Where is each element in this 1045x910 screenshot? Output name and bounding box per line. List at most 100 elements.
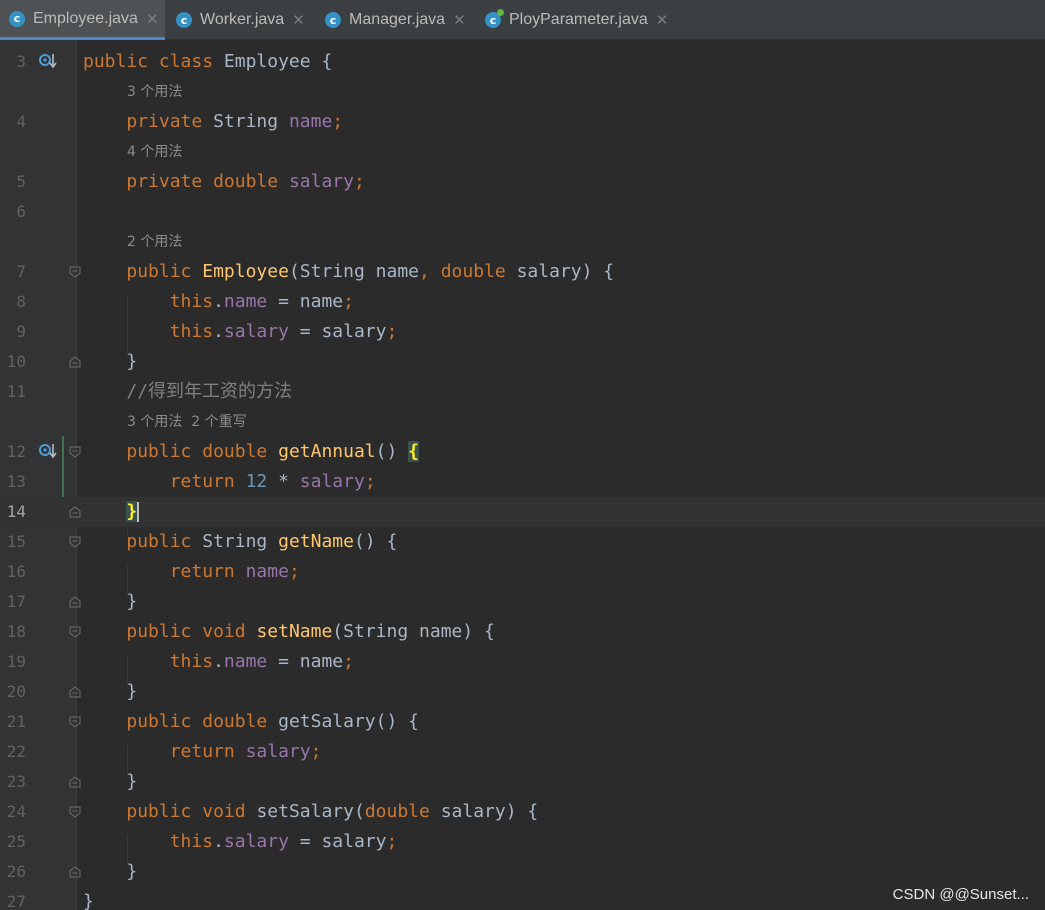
line-number[interactable]: 15 <box>0 527 26 557</box>
code-line: 7 public Employee(String name, double sa… <box>0 257 1045 287</box>
usages-hint[interactable]: 4 个用法 <box>127 137 182 167</box>
code-text: } <box>83 891 94 910</box>
java-runnable-class-icon: c <box>485 9 504 28</box>
line-number[interactable]: 19 <box>0 647 26 677</box>
close-icon[interactable]: ✕ <box>146 10 159 28</box>
code-line: 16 return name; <box>0 557 1045 587</box>
line-number[interactable]: 7 <box>0 257 26 287</box>
inlay-hint-row: 4 个用法 <box>0 137 1045 167</box>
line-number[interactable]: 4 <box>0 107 26 137</box>
code-line: 25 this.salary = salary; <box>0 827 1045 857</box>
java-class-icon: c <box>325 12 341 28</box>
line-number[interactable]: 13 <box>0 467 26 497</box>
close-icon[interactable]: ✕ <box>453 11 466 29</box>
overridden-method-icon[interactable] <box>38 442 58 462</box>
code-text: this.name = name; <box>169 291 354 312</box>
fold-end-icon[interactable] <box>69 686 81 698</box>
code-text: this.name = name; <box>169 651 354 672</box>
line-number[interactable]: 22 <box>0 737 26 767</box>
code-line: 24 public void setSalary(double salary) … <box>0 797 1045 827</box>
code-line: 20 } <box>0 677 1045 707</box>
code-line: 17 } <box>0 587 1045 617</box>
java-class-icon: c <box>176 12 192 28</box>
fold-end-icon[interactable] <box>69 776 81 788</box>
fold-end-icon[interactable] <box>69 866 81 878</box>
usages-hint[interactable]: 2 个用法 <box>127 227 182 257</box>
line-number[interactable]: 17 <box>0 587 26 617</box>
line-number[interactable]: 25 <box>0 827 26 857</box>
line-number[interactable]: 5 <box>0 167 26 197</box>
code-text: public void setName(String name) { <box>126 621 495 642</box>
code-text: //得到年工资的方法 <box>126 381 293 402</box>
code-line: 8 this.name = name; <box>0 287 1045 317</box>
code-text: private String name; <box>126 111 344 132</box>
line-number[interactable]: 23 <box>0 767 26 797</box>
code-line: 18 public void setName(String name) { <box>0 617 1045 647</box>
code-text: } <box>83 861 138 882</box>
close-icon[interactable]: ✕ <box>292 11 305 29</box>
tab-label: Employee.java <box>33 9 138 27</box>
code-line: 27 } <box>0 887 1045 910</box>
line-number[interactable]: 27 <box>0 887 26 910</box>
matched-brace: } <box>126 501 138 522</box>
code-line: 6 <box>0 197 1045 227</box>
tab-employee-java[interactable]: c Employee.java ✕ <box>0 0 165 40</box>
code-line: 11 //得到年工资的方法 <box>0 377 1045 407</box>
code-text: return salary; <box>169 741 322 762</box>
code-text: } <box>83 771 138 792</box>
usages-hint[interactable]: 3 个用法 2 个重写 <box>127 407 247 437</box>
inlay-hint-row: 2 个用法 <box>0 227 1045 257</box>
line-number[interactable]: 11 <box>0 377 26 407</box>
fold-icon[interactable] <box>69 716 81 728</box>
tab-worker-java[interactable]: c Worker.java ✕ <box>167 0 313 40</box>
code-editor[interactable]: 3 public class Employee { 3 个用法 4 privat… <box>0 40 1045 910</box>
tab-label: Manager.java <box>349 11 446 28</box>
code-text: public void setSalary(double salary) { <box>126 801 539 822</box>
line-number[interactable]: 8 <box>0 287 26 317</box>
line-number[interactable]: 3 <box>0 47 26 77</box>
fold-icon[interactable] <box>69 626 81 638</box>
code-line: 23 } <box>0 767 1045 797</box>
line-number[interactable]: 24 <box>0 797 26 827</box>
tab-ployparameter-java[interactable]: c PloyParameter.java ✕ <box>476 0 676 40</box>
fold-icon[interactable] <box>69 536 81 548</box>
close-icon[interactable]: ✕ <box>656 11 669 29</box>
code-text: public class Employee { <box>83 51 333 72</box>
fold-icon[interactable] <box>69 446 81 458</box>
fold-icon[interactable] <box>69 806 81 818</box>
line-number[interactable]: 12 <box>0 437 26 467</box>
fold-end-icon[interactable] <box>69 506 81 518</box>
code-line: 9 this.salary = salary; <box>0 317 1045 347</box>
code-text: this.salary = salary; <box>169 321 398 342</box>
fold-icon[interactable] <box>69 266 81 278</box>
code-text: } <box>83 351 138 372</box>
line-number[interactable]: 10 <box>0 347 26 377</box>
usages-hint[interactable]: 3 个用法 <box>127 77 182 107</box>
fold-end-icon[interactable] <box>69 596 81 608</box>
line-number[interactable]: 9 <box>0 317 26 347</box>
line-number[interactable]: 20 <box>0 677 26 707</box>
code-line: 15 public String getName() { <box>0 527 1045 557</box>
code-line: 12 public double getAnnual() { <box>0 437 1045 467</box>
code-text: return name; <box>169 561 300 582</box>
code-line: 13 return 12 * salary; <box>0 467 1045 497</box>
line-number[interactable]: 6 <box>0 197 26 227</box>
code-text: } <box>83 497 140 527</box>
code-line-current: 14 } <box>0 497 1045 527</box>
watermark: CSDN @@Sunset... <box>892 886 1029 903</box>
code-line: 21 public double getSalary() { <box>0 707 1045 737</box>
line-number[interactable]: 18 <box>0 617 26 647</box>
line-number[interactable]: 16 <box>0 557 26 587</box>
implemented-down-icon[interactable] <box>38 52 58 72</box>
code-text: public double getAnnual() { <box>126 441 420 462</box>
line-number[interactable]: 21 <box>0 707 26 737</box>
line-number[interactable]: 14 <box>0 497 26 527</box>
tab-manager-java[interactable]: c Manager.java ✕ <box>316 0 476 40</box>
text-caret <box>137 502 140 522</box>
code-text: return 12 * salary; <box>169 471 376 492</box>
line-number[interactable]: 26 <box>0 857 26 887</box>
fold-end-icon[interactable] <box>69 356 81 368</box>
code-text: public double getSalary() { <box>126 711 420 732</box>
code-line: 4 private String name; <box>0 107 1045 137</box>
code-text: private double salary; <box>126 171 365 192</box>
